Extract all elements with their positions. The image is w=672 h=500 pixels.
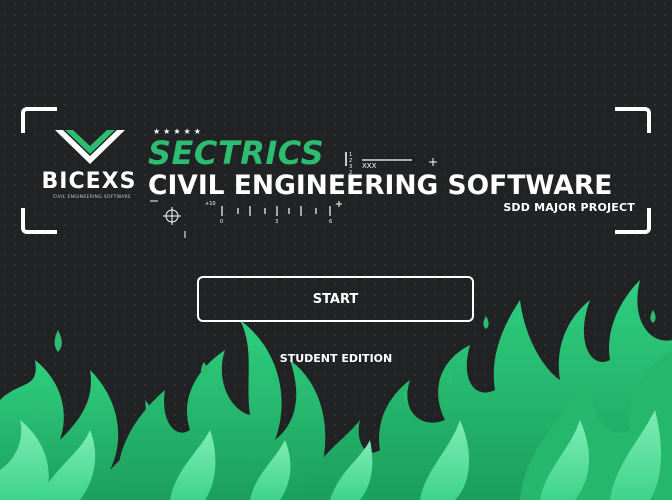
app-main-title: CIVIL ENGINEERING SOFTWARE bbox=[148, 170, 613, 201]
app-name-title: SECTRICS bbox=[148, 134, 325, 172]
logo-subtitle: CIVIL ENGINEERING SOFTWARE bbox=[52, 195, 132, 200]
flame-decoration bbox=[0, 280, 672, 500]
chevron-logo-icon bbox=[55, 130, 125, 164]
logo-wordmark: BICEXS bbox=[41, 169, 137, 194]
corner-bracket-top-left bbox=[21, 107, 57, 133]
corner-bracket-top-right bbox=[615, 107, 651, 133]
corner-bracket-bottom-left bbox=[21, 208, 57, 234]
hud-ruler-start: +10 bbox=[205, 201, 216, 207]
hud-ruler-tick-2: 6 bbox=[329, 219, 333, 225]
title-screen: BICEXS CIVIL ENGINEERING SOFTWARE ★★★★★ … bbox=[0, 0, 672, 500]
hud-label: XXX bbox=[362, 162, 377, 170]
hud-ruler-tick-0: 0 bbox=[220, 219, 224, 225]
hud-vertical-label: 12 32 bbox=[349, 152, 353, 176]
start-button[interactable]: START bbox=[197, 276, 474, 322]
app-subtitle: SDD MAJOR PROJECT bbox=[503, 201, 635, 214]
hud-ruler-tick-1: 3 bbox=[275, 219, 279, 225]
start-button-label: START bbox=[312, 291, 359, 307]
edition-label: STUDENT EDITION bbox=[279, 352, 393, 365]
